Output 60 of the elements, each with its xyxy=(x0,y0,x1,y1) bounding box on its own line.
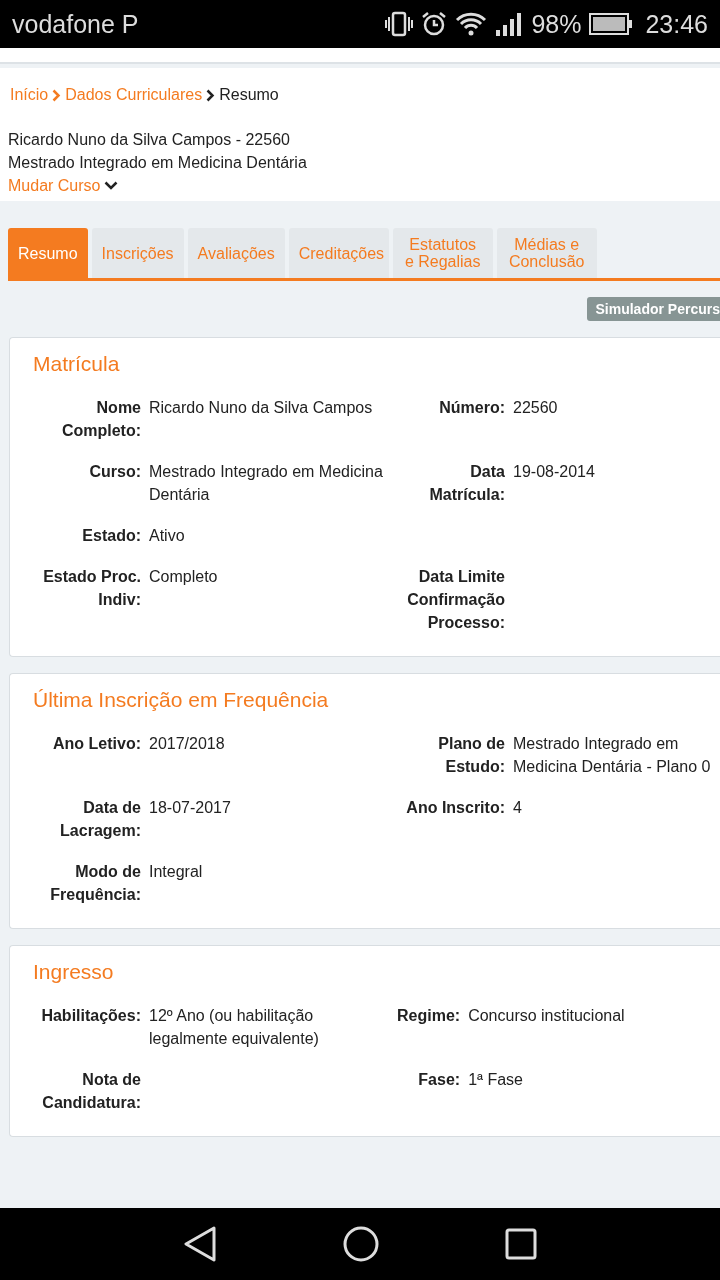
change-course-link[interactable]: Mudar Curso xyxy=(8,174,119,197)
alarm-icon xyxy=(421,11,448,37)
field-label: Regime: xyxy=(397,1006,461,1026)
field-value: Mestrado Integrado em Medicina Dentária - Plano 0 xyxy=(513,734,712,777)
field-label: Número: xyxy=(439,398,505,418)
field-label: Estado: xyxy=(82,526,141,546)
field-value: 1ª Fase xyxy=(468,1070,524,1090)
field-value: Integral xyxy=(149,862,204,882)
signal-icon xyxy=(495,11,524,37)
field-label: Data Limite Confirmação Processo: xyxy=(406,567,505,633)
tab[interactable]: Estatutos e Regalias xyxy=(392,228,493,278)
tab[interactable]: Médias e Conclusão xyxy=(496,228,597,278)
field-label: Nota de Candidatura: xyxy=(41,1070,141,1113)
clock-time: 23:46 xyxy=(645,9,708,39)
field-value: 19-08-2014 xyxy=(513,462,596,482)
field-label: Data Matrícula: xyxy=(428,462,505,505)
field-label: Ano Inscrito: xyxy=(406,798,505,818)
section-title: Última Inscrição em Frequência xyxy=(33,688,330,712)
field-label: Ano Letivo: xyxy=(53,734,141,754)
chevron-icon xyxy=(206,88,216,102)
breadcrumb-link[interactable]: Início xyxy=(10,86,49,104)
tab[interactable]: Avaliações xyxy=(187,228,285,278)
field-label: Curso: xyxy=(89,462,141,482)
field-value: 4 xyxy=(513,798,523,818)
field-label: Modo de Frequência: xyxy=(49,862,141,905)
breadcrumb-current: Resumo xyxy=(219,86,279,104)
section-title: Ingresso xyxy=(33,960,115,984)
field-value: 12º Ano (ou habilitação legalmente equivalente) xyxy=(149,1006,320,1049)
tab[interactable]: Creditações xyxy=(288,228,389,278)
chevron-down-icon xyxy=(104,181,119,190)
wifi-icon xyxy=(455,12,488,36)
chevron-icon xyxy=(52,88,62,102)
field-value: Concurso institucional xyxy=(468,1006,626,1026)
breadcrumb-link[interactable]: Dados Curriculares xyxy=(65,86,203,104)
simulator-button[interactable]: Simulador Percurs xyxy=(586,297,720,321)
field-value: 18-07-2017 xyxy=(149,798,232,818)
field-value: 22560 xyxy=(513,398,559,418)
tab[interactable]: Resumo xyxy=(8,228,88,278)
back-icon[interactable] xyxy=(183,1226,217,1262)
field-label: Estado Proc. Indiv: xyxy=(42,567,141,610)
tab[interactable]: Inscrições xyxy=(91,228,184,278)
field-label: Nome Completo: xyxy=(60,398,141,441)
battery-icon xyxy=(589,13,634,35)
carrier-name: vodafone P xyxy=(12,9,140,39)
vibrate-icon xyxy=(385,11,414,37)
course-name: Mestrado Integrado em Medicina Dentária xyxy=(8,153,308,173)
student-name: Ricardo Nuno da Silva Campos - 22560 xyxy=(8,130,291,150)
field-value: Completo xyxy=(149,567,219,587)
section-title: Matrícula xyxy=(33,352,121,376)
field-label: Habilitações: xyxy=(41,1006,141,1026)
field-label: Fase: xyxy=(418,1070,461,1090)
recents-icon[interactable] xyxy=(505,1228,537,1260)
field-label: Plano de Estudo: xyxy=(437,734,505,777)
battery-percent: 98% xyxy=(531,9,582,39)
home-icon[interactable] xyxy=(343,1226,379,1262)
field-label: Data de Lacragem: xyxy=(59,798,141,841)
field-value: 2017/2018 xyxy=(149,734,226,754)
field-value: Ricardo Nuno da Silva Campos xyxy=(149,398,374,418)
field-value: Mestrado Integrado em Medicina Dentária xyxy=(149,462,384,505)
field-value: Ativo xyxy=(149,526,186,546)
